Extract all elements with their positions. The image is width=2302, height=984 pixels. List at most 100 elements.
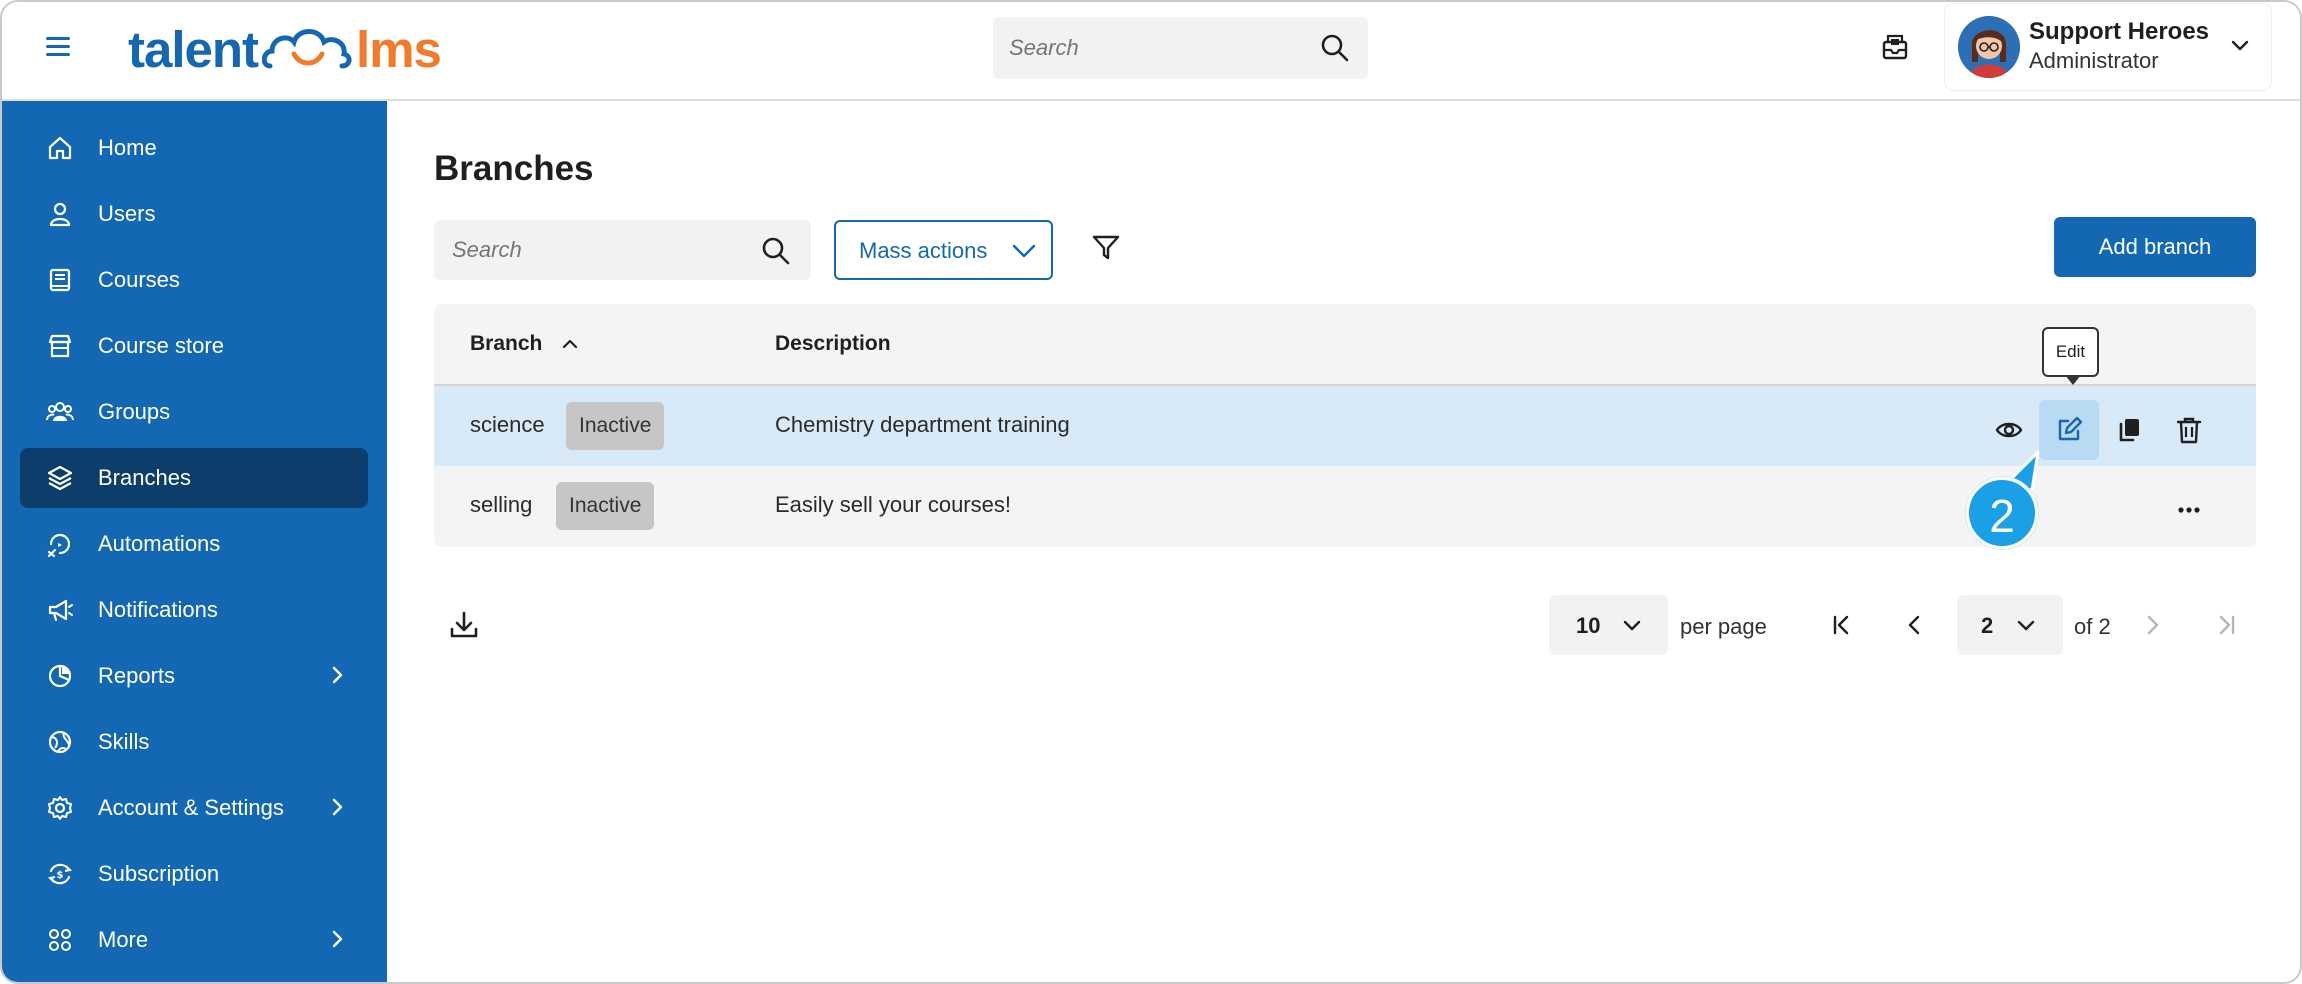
- delete-button[interactable]: [2159, 400, 2219, 460]
- global-search-input[interactable]: [1009, 17, 1309, 79]
- current-page-value: 2: [1981, 613, 1994, 638]
- chevron-right-icon: [2147, 615, 2159, 635]
- branch-name[interactable]: selling: [470, 492, 532, 518]
- sidebar-item-reports[interactable]: Reports: [20, 646, 368, 706]
- logo-text-talent: talent: [128, 20, 259, 78]
- sidebar-item-subscription[interactable]: $ Subscription: [20, 844, 368, 904]
- mass-actions-dropdown[interactable]: Mass actions: [834, 220, 1053, 280]
- page-title: Branches: [434, 149, 594, 188]
- column-header-description: Description: [775, 332, 891, 355]
- sidebar-item-home[interactable]: Home: [20, 118, 368, 178]
- branches-search: [434, 220, 811, 280]
- chevron-down-icon: [2017, 620, 2035, 631]
- filter-icon[interactable]: [1091, 232, 1121, 262]
- edit-button[interactable]: [2039, 400, 2099, 460]
- pie-chart-icon: [48, 664, 72, 688]
- sidebar-item-label: Course store: [98, 333, 224, 358]
- more-icon: [2178, 507, 2200, 513]
- logo-cloud-icon: [262, 29, 352, 69]
- chevron-right-icon: [332, 930, 343, 948]
- mass-actions-label: Mass actions: [859, 238, 988, 263]
- next-page-button[interactable]: [2135, 608, 2169, 642]
- sidebar-item-label: Groups: [98, 399, 171, 424]
- grid-icon: [49, 929, 71, 951]
- sidebar-item-label: Automations: [98, 531, 221, 556]
- sidebar-item-label: More: [98, 927, 149, 952]
- sidebar-item-label: Branches: [98, 465, 191, 490]
- page-select[interactable]: 2: [1957, 595, 2063, 655]
- sidebar-item-account-settings[interactable]: Account & Settings: [20, 778, 368, 838]
- book-icon: [49, 268, 71, 292]
- search-icon[interactable]: [761, 236, 791, 266]
- sort-ascending-icon[interactable]: [560, 334, 580, 354]
- download-icon[interactable]: [448, 609, 480, 641]
- sidebar-item-label: Notifications: [98, 597, 218, 622]
- gear-icon: [48, 796, 72, 820]
- eye-icon: [1995, 422, 2023, 438]
- avatar: [1958, 16, 2020, 78]
- automation-icon: [47, 533, 71, 558]
- sidebar-item-groups[interactable]: Groups: [20, 382, 368, 442]
- per-page-select[interactable]: 10: [1549, 595, 1668, 655]
- branch-description: Chemistry department training: [775, 412, 1070, 437]
- sidebar-item-branches[interactable]: Branches: [20, 448, 368, 508]
- chevron-left-icon: [1908, 615, 1920, 635]
- sidebar-item-notifications[interactable]: Notifications: [20, 580, 368, 640]
- branch-description: Easily sell your courses!: [775, 492, 1011, 517]
- groups-icon: [46, 402, 74, 421]
- sidebar-item-label: Account & Settings: [98, 795, 284, 820]
- table-row[interactable]: science Inactive Chemistry department tr…: [434, 386, 2256, 466]
- chevron-right-icon: [332, 666, 343, 684]
- per-page-value: 10: [1576, 613, 1601, 638]
- table-header: Branch Description: [434, 304, 2256, 386]
- edit-tooltip: Edit: [2042, 327, 2099, 385]
- sidebar-item-users[interactable]: Users: [20, 184, 368, 244]
- sidebar-item-label: Courses: [98, 267, 180, 292]
- chevron-down-icon: [1012, 244, 1036, 258]
- sidebar-item-more[interactable]: More: [20, 910, 368, 970]
- search-icon[interactable]: [1320, 33, 1350, 63]
- first-page-button[interactable]: [1825, 608, 1859, 642]
- hamburger-icon[interactable]: [46, 32, 80, 66]
- store-icon: [48, 334, 72, 358]
- clone-button[interactable]: [2099, 400, 2159, 460]
- sidebar-item-label: Users: [98, 201, 156, 226]
- user-icon: [49, 202, 71, 227]
- user-menu[interactable]: Support Heroes Administrator: [1945, 4, 2271, 90]
- sidebar-item-label: Subscription: [98, 861, 220, 886]
- branches-search-input[interactable]: [452, 220, 752, 280]
- column-header-branch[interactable]: Branch: [470, 332, 542, 356]
- previous-page-button[interactable]: [1898, 608, 1932, 642]
- per-page-label: per page: [1680, 614, 1767, 639]
- sidebar-item-skills[interactable]: Skills: [20, 712, 368, 772]
- logo-text-lms: lms: [356, 20, 442, 78]
- last-page-button[interactable]: [2209, 608, 2243, 642]
- chevron-down-icon[interactable]: [2229, 34, 2251, 56]
- sidebar-item-automations[interactable]: Automations: [20, 514, 368, 574]
- messages-icon[interactable]: [1878, 30, 1912, 64]
- globe-icon: [48, 730, 72, 754]
- user-name: Support Heroes: [2029, 18, 2210, 45]
- chevron-down-icon: [1623, 620, 1641, 631]
- first-page-icon: [1833, 615, 1849, 635]
- layers-icon: [47, 465, 73, 491]
- add-branch-button[interactable]: Add branch: [2054, 217, 2256, 277]
- sidebar-item-courses[interactable]: Courses: [20, 250, 368, 310]
- chevron-right-icon: [332, 798, 343, 816]
- megaphone-icon: [48, 599, 73, 622]
- edit-icon: [2058, 416, 2083, 441]
- total-pages-label: of 2: [2074, 614, 2111, 639]
- subscription-icon: $: [47, 863, 73, 885]
- sidebar-item-label: Skills: [98, 729, 150, 754]
- more-actions-button[interactable]: [2159, 480, 2219, 540]
- status-badge: Inactive: [566, 402, 665, 450]
- home-icon: [48, 136, 72, 160]
- svg-text:$: $: [57, 870, 64, 881]
- sidebar-item-course-store[interactable]: Course store: [20, 316, 368, 376]
- talentlms-logo[interactable]: talent lms: [128, 18, 442, 80]
- sidebar-item-label: Home: [98, 135, 157, 160]
- branch-name[interactable]: science: [470, 412, 545, 438]
- user-role: Administrator: [2029, 48, 2159, 73]
- sidebar: Home Users Courses Course store Groups B…: [2, 101, 387, 982]
- last-page-icon: [2219, 615, 2235, 635]
